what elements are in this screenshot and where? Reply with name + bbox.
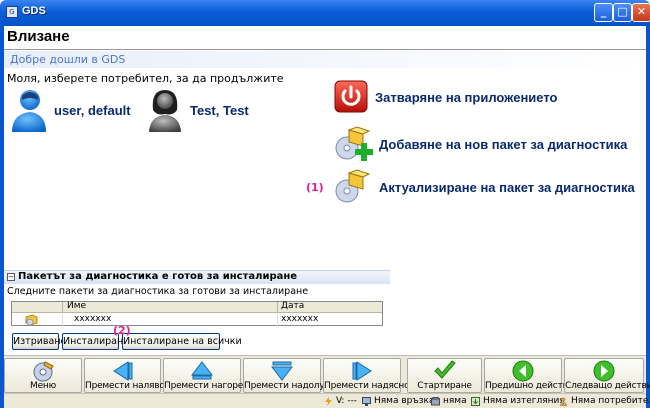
column-header-date[interactable]: Дата [281, 301, 304, 311]
arrow-left-icon [112, 361, 132, 381]
page-title: Влизане [7, 28, 70, 45]
status-version-text: V: --- [336, 396, 358, 406]
welcome-banner: Добре дошли в GDS [4, 51, 646, 68]
table-row[interactable]: xxxxxxx xxxxxxx [12, 314, 382, 326]
collapse-toggle-icon[interactable]: − [7, 273, 15, 281]
close-window-button[interactable]: ✕ [632, 3, 650, 22]
menu-label: Меню [30, 381, 56, 391]
user-avatar-icon [12, 90, 46, 132]
app-icon: G [6, 6, 18, 18]
status-users-text: Няма потребители [571, 396, 650, 406]
remove-button[interactable]: Изтриване [12, 333, 66, 350]
monitor-icon [362, 396, 371, 406]
next-action-button[interactable]: Следващо действие [564, 358, 650, 393]
users-icon [560, 397, 567, 406]
table-header: Име Дата [12, 301, 382, 313]
status-connection: Няма връзка [362, 396, 434, 406]
column-header-name[interactable]: Име [67, 301, 86, 311]
add-package-action[interactable]: Добавяне на нов пакет за диагностика [333, 126, 628, 161]
move-right-label: Премести надясно [324, 381, 410, 391]
user-avatar-icon [149, 90, 181, 132]
user-name-default: user, default [54, 102, 131, 118]
move-up-button[interactable]: Премести нагоре [163, 358, 244, 393]
callout-two: (2) [113, 324, 131, 337]
move-down-button[interactable]: Премести надолу [243, 358, 325, 393]
previous-circle-icon [512, 360, 534, 382]
update-package-label: Актуализиране на пакет за диагностика [379, 179, 635, 195]
package-row-icon [25, 314, 38, 326]
download-icon [471, 396, 480, 406]
packages-panel-header[interactable]: − Пакетът за диагностика е готов за инст… [4, 270, 390, 284]
previous-action-label: Предишно действие [485, 381, 579, 391]
move-down-label: Премести надолу [244, 381, 325, 391]
user-name-test: Test, Test [190, 102, 249, 118]
update-package-icon [335, 169, 371, 203]
lightning-icon [325, 396, 332, 406]
next-action-label: Следващо действие [565, 381, 650, 391]
package-name-cell: xxxxxxx [74, 314, 112, 324]
install-button[interactable]: Инсталиране [62, 333, 129, 350]
user-tile-default[interactable]: user, default [8, 88, 131, 132]
window-frame-right [646, 26, 650, 408]
start-label: Стартиране [417, 381, 472, 391]
start-button[interactable]: Стартиране [407, 358, 482, 393]
status-measurements: Няма изтегляния [471, 396, 565, 406]
menu-icon [33, 361, 54, 382]
menu-button[interactable]: Меню [4, 358, 82, 393]
arrow-down-icon [270, 361, 294, 381]
update-package-action[interactable]: Актуализиране на пакет за диагностика [333, 169, 635, 204]
install-all-button[interactable]: Инсталиране на всички [122, 333, 242, 350]
close-application-label: Затваряне на приложението [375, 89, 558, 105]
packages-table[interactable]: Име Дата xxxxxxx xxxxxxx [11, 301, 383, 326]
select-user-prompt: Моля, изберете потребител, за да продълж… [7, 72, 284, 85]
move-right-button[interactable]: Премести надясно [323, 358, 410, 393]
database-icon [431, 396, 440, 405]
add-package-label: Добавяне на нов пакет за диагностика [379, 136, 628, 152]
arrow-right-icon [352, 361, 372, 381]
move-left-label: Премести наляво [85, 381, 165, 391]
status-bar: V: --- Няма връзка няма Няма изтегляния … [4, 393, 650, 408]
package-date-cell: xxxxxxx [281, 314, 319, 324]
close-application-action[interactable]: Затваряне на приложението [333, 80, 558, 114]
add-package-icon [335, 126, 373, 161]
window-title: GDS [22, 5, 46, 17]
status-users: Няма потребители [559, 396, 650, 406]
callout-one: (1) [306, 181, 324, 194]
arrow-up-icon [190, 361, 214, 380]
power-icon [334, 80, 368, 113]
minimize-button[interactable]: _ [594, 3, 613, 22]
status-db: няма [431, 396, 467, 406]
status-connection-text: Няма връзка [374, 396, 435, 406]
welcome-text: Добре дошли в GDS [10, 53, 126, 66]
status-version: V: --- [324, 396, 357, 406]
packages-panel-title: Пакетът за диагностика е готов за инстал… [18, 271, 298, 282]
bottom-toolbar: Меню Премести наляво Премести нагоре Пре… [4, 355, 650, 393]
status-db-text: няма [443, 396, 467, 406]
user-tile-test[interactable]: Test, Test [146, 88, 249, 132]
next-circle-icon [593, 360, 615, 382]
maximize-button[interactable]: □ [613, 3, 632, 22]
page-title-bar: Влизане [4, 26, 646, 50]
status-measurements-text: Няма изтегляния [483, 396, 565, 406]
packages-subtitle: Следните пакети за диагностика за готови… [7, 286, 309, 297]
window-frame-left [0, 26, 4, 408]
move-left-button[interactable]: Премести наляво [84, 358, 165, 393]
previous-action-button[interactable]: Предишно действие [484, 358, 579, 393]
move-up-label: Премести нагоре [164, 381, 244, 391]
window-title-bar[interactable]: G GDS _ □ ✕ [0, 0, 650, 26]
checkmark-icon [433, 360, 456, 379]
